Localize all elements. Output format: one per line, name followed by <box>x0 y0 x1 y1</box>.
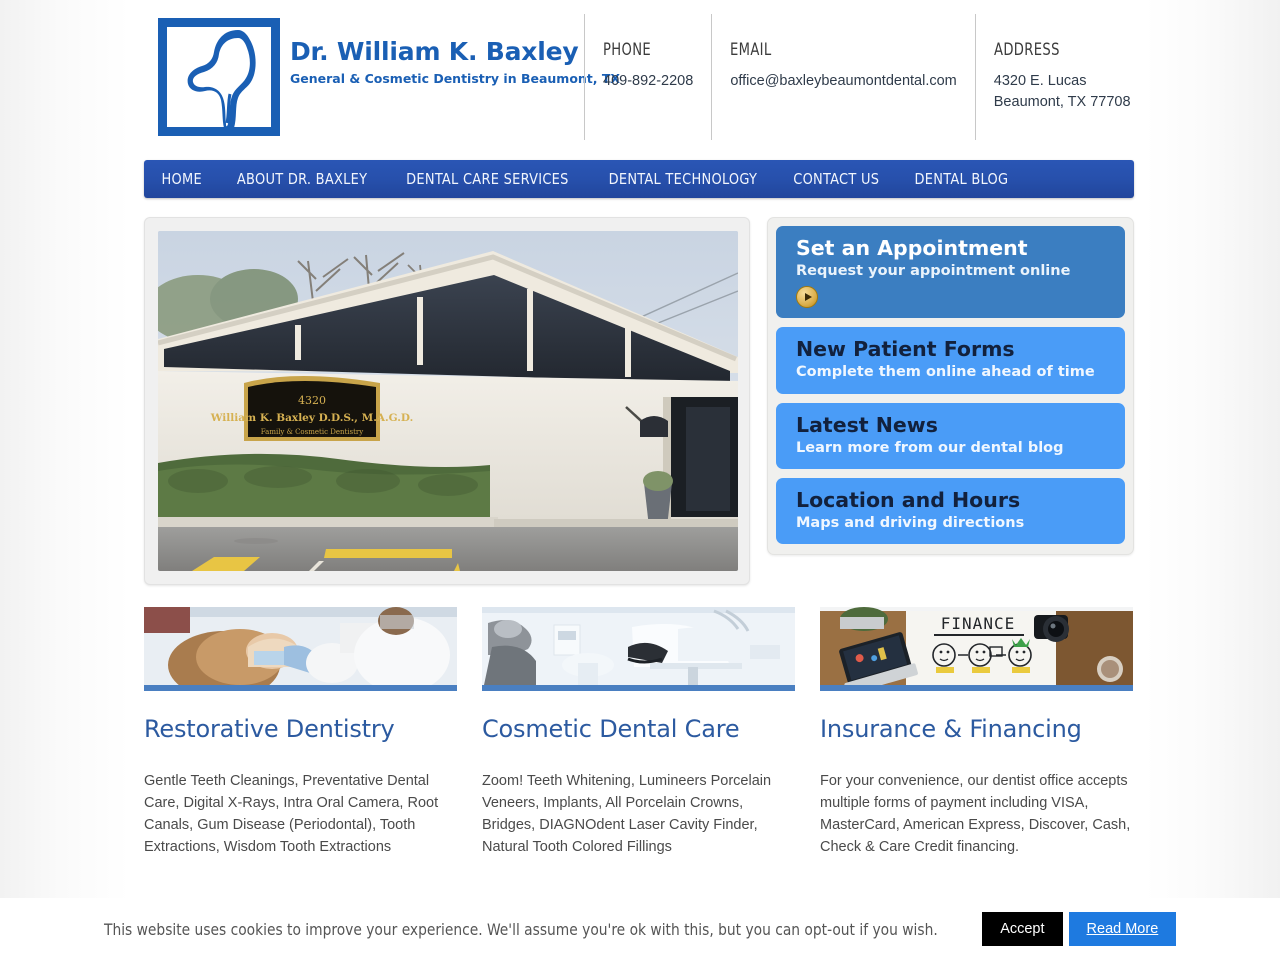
tooth-glyph-icon <box>187 30 256 133</box>
nav-item-contact-us[interactable]: CONTACT US <box>781 160 893 198</box>
svg-text:FINANCE: FINANCE <box>941 614 1015 633</box>
cta-location-and-hours[interactable]: Location and Hours Maps and driving dire… <box>776 478 1125 545</box>
service-finance-body: For your convenience, our dentist office… <box>820 772 1131 855</box>
header-contact-info: PHONE 409-892-2208 EMAIL office@baxleybe… <box>584 14 1149 140</box>
cta-set-an-appointment-title: Set an Appointment <box>796 236 1028 260</box>
cta-new-patient-forms[interactable]: New Patient Forms Complete them online a… <box>776 327 1125 394</box>
contact-email-value[interactable]: office@baxleybeaumontdental.com <box>730 71 956 92</box>
nav-item-about-dr-baxley[interactable]: ABOUT DR. BAXLEY <box>223 160 379 198</box>
cta-latest-news-subtitle: Learn more from our dental blog <box>796 439 1064 456</box>
cta-latest-news-title: Latest News <box>796 412 938 437</box>
cookie-accept-button[interactable]: Accept <box>982 912 1063 946</box>
svg-text:William K. Baxley D.D.S., M.A.: William K. Baxley D.D.S., M.A.G.D. <box>210 412 414 424</box>
cookie-read-more-button[interactable]: Read More <box>1068 912 1177 946</box>
contact-phone-value[interactable]: 409-892-2208 <box>603 71 693 92</box>
service-restorative-accent-bar <box>144 685 457 691</box>
hero-row: 4320 William K. Baxley D.D.S., M.A.G.D. … <box>144 217 1134 585</box>
cta-latest-news[interactable]: Latest News Learn more from our dental b… <box>776 402 1125 470</box>
contact-address-line2: Beaumont, TX 77708 <box>993 93 1131 110</box>
contact-address: ADDRESS 4320 E. Lucas Beaumont, TX 77708 <box>974 14 1149 140</box>
service-finance-accent-bar <box>820 685 1133 691</box>
service-cosmetic-accent-bar <box>482 685 795 691</box>
cta-location-and-hours-subtitle: Maps and driving directions <box>796 514 1025 531</box>
page-container: Dr. William K. Baxley General & Cosmetic… <box>144 0 1134 908</box>
service-insurance-financing: FINANCE Insurance & Financing For your c… <box>820 607 1133 858</box>
contact-phone: PHONE 409-892-2208 <box>584 14 711 140</box>
contact-email: EMAIL office@baxleybeaumontdental.com <box>711 14 974 140</box>
service-cosmetic-title[interactable]: Cosmetic Dental Care <box>482 715 795 744</box>
cookie-consent-banner: This website uses cookies to improve you… <box>0 898 1280 960</box>
cta-location-and-hours-title: Location and Hours <box>796 488 1021 513</box>
service-cosmetic-body: Zoom! Teeth Whitening, Lumineers Porcela… <box>482 772 772 855</box>
service-columns: Restorative Dentistry Gentle Teeth Clean… <box>144 607 1134 858</box>
contact-address-label: ADDRESS <box>993 40 1060 60</box>
cta-set-an-appointment[interactable]: Set an Appointment Request your appointm… <box>776 226 1125 319</box>
office-building-photo: 4320 William K. Baxley D.D.S., M.A.G.D. … <box>158 231 738 571</box>
nav-item-dental-technology[interactable]: DENTAL TECHNOLOGY <box>595 160 770 198</box>
service-restorative-title[interactable]: Restorative Dentistry <box>144 715 457 744</box>
site-logo[interactable]: Dr. William K. Baxley General & Cosmetic… <box>150 12 621 140</box>
logo-title: Dr. William K. Baxley <box>290 37 579 66</box>
svg-text:Family & Cosmetic Dentistry: Family & Cosmetic Dentistry <box>261 428 364 436</box>
service-restorative-thumbnail[interactable] <box>144 607 457 685</box>
play-icon[interactable] <box>796 286 818 309</box>
contact-phone-label: PHONE <box>603 40 652 60</box>
svg-text:4320: 4320 <box>298 394 326 407</box>
nav-item-dental-blog[interactable]: DENTAL BLOG <box>901 160 1021 198</box>
contact-address-line1: 4320 E. Lucas <box>993 73 1087 89</box>
service-restorative-dentistry: Restorative Dentistry Gentle Teeth Clean… <box>144 607 457 858</box>
service-restorative-body: Gentle Teeth Cleanings, Preventative Den… <box>144 772 439 855</box>
contact-email-label: EMAIL <box>730 40 772 60</box>
service-finance-title[interactable]: Insurance & Financing <box>820 715 1133 744</box>
cta-set-an-appointment-subtitle: Request your appointment online <box>796 262 1071 279</box>
service-finance-thumbnail[interactable]: FINANCE <box>820 607 1133 685</box>
logo-wordmark: Dr. William K. Baxley General & Cosmetic… <box>290 37 621 86</box>
cookie-message: This website uses cookies to improve you… <box>103 919 938 939</box>
service-cosmetic-thumbnail[interactable] <box>482 607 795 685</box>
nav-item-home[interactable]: HOME <box>149 160 216 198</box>
service-cosmetic-dental-care: Cosmetic Dental Care Zoom! Teeth Whiteni… <box>482 607 795 858</box>
tooth-logo-icon <box>154 14 290 138</box>
main-navigation: HOME ABOUT DR. BAXLEY DENTAL CARE SERVIC… <box>144 160 1134 198</box>
hero-image-frame: 4320 William K. Baxley D.D.S., M.A.G.D. … <box>144 217 750 585</box>
cta-new-patient-forms-subtitle: Complete them online ahead of time <box>796 364 1095 381</box>
logo-subtitle: General & Cosmetic Dentistry in Beaumont… <box>290 70 621 86</box>
cta-new-patient-forms-title: New Patient Forms <box>796 337 1015 362</box>
site-header: Dr. William K. Baxley General & Cosmetic… <box>144 0 1134 160</box>
nav-item-dental-care-services[interactable]: DENTAL CARE SERVICES <box>393 160 582 198</box>
quick-links-panel: Set an Appointment Request your appointm… <box>767 217 1134 556</box>
